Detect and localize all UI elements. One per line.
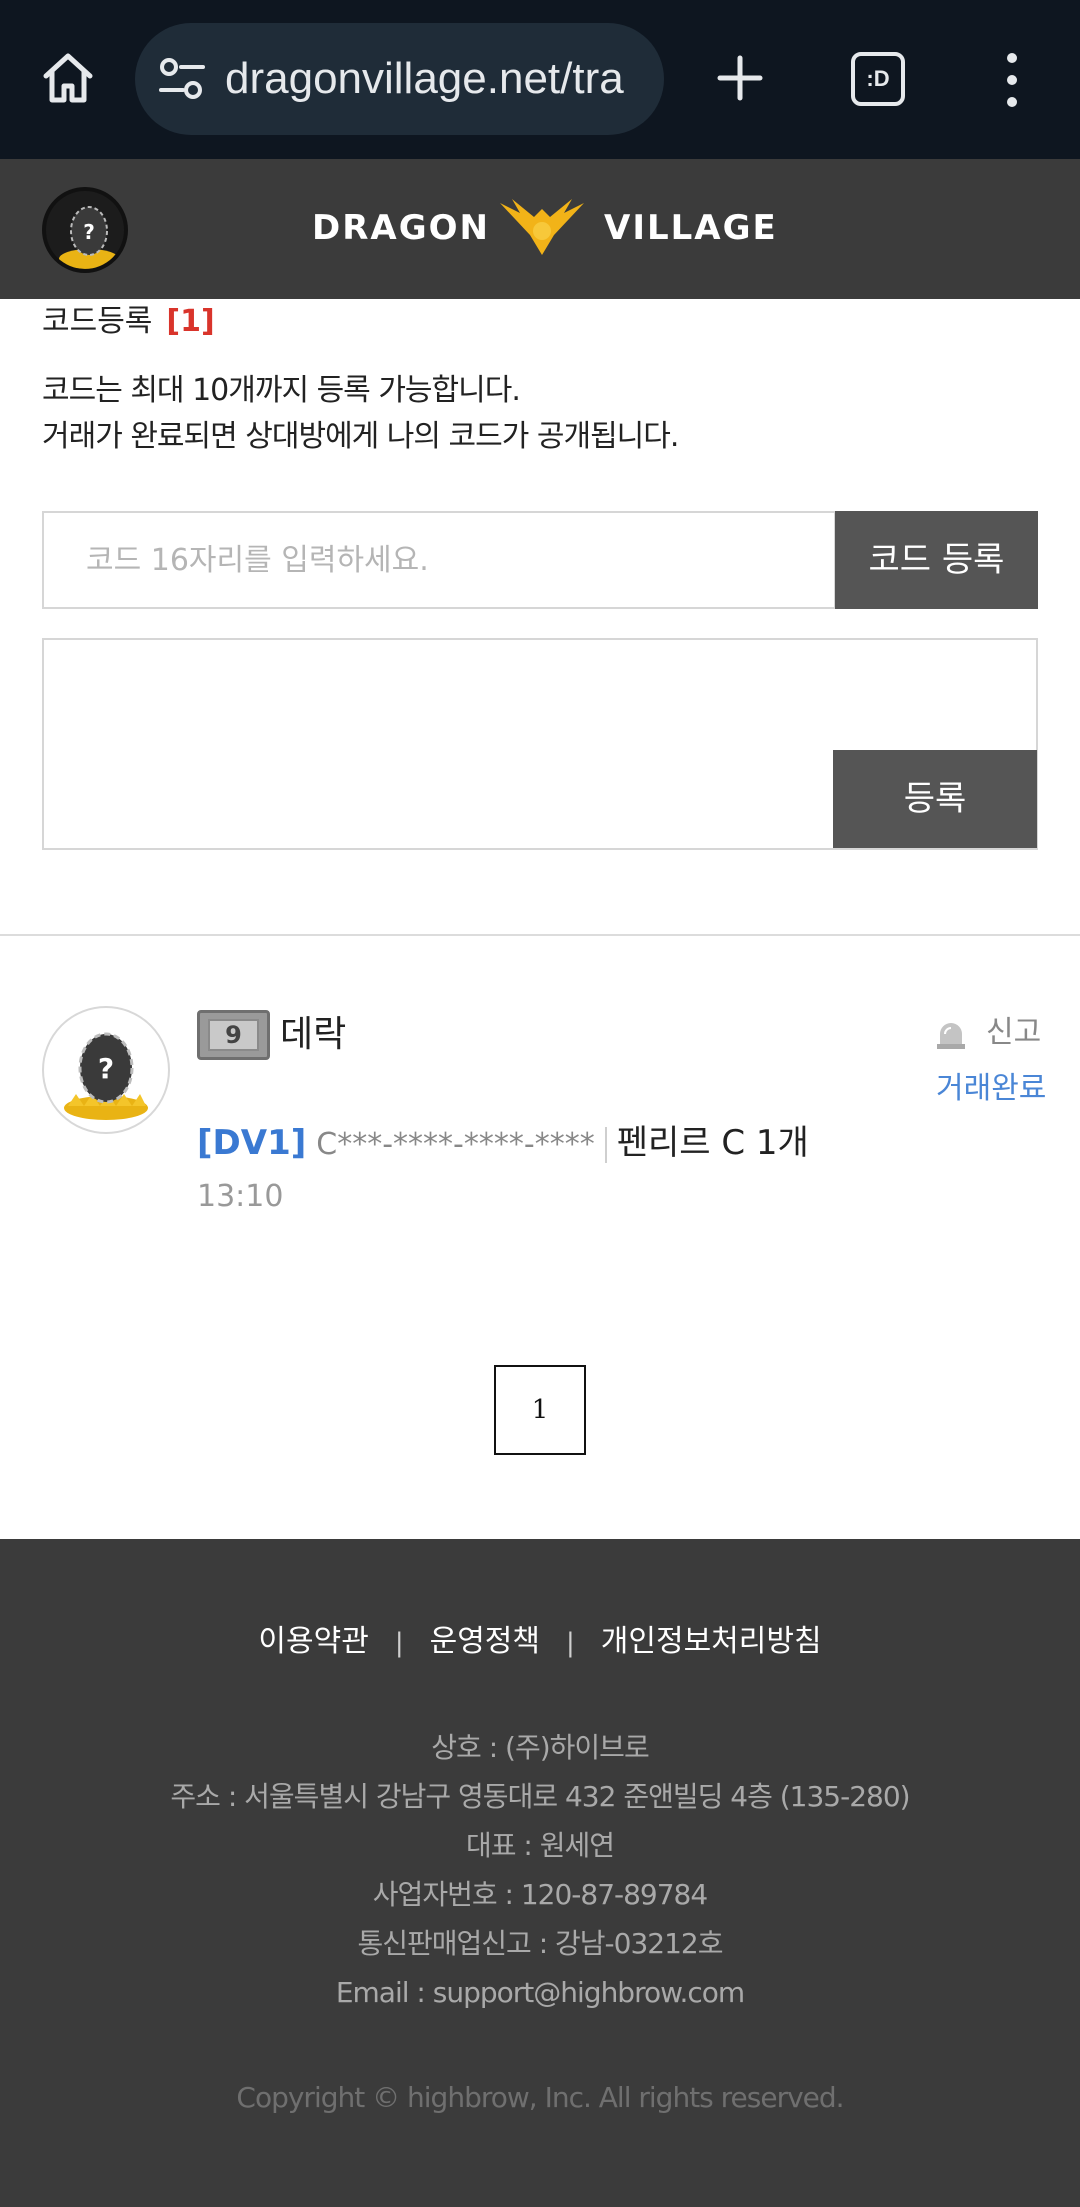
business-number: 사업자번호 : 120-87-89784: [372, 1878, 708, 1911]
new-tab-icon[interactable]: [708, 46, 772, 110]
company-name: 상호 : (주)하이브로: [431, 1731, 649, 1764]
egg-icon: ?: [64, 1032, 148, 1120]
company-info: 상호 : (주)하이브로 주소 : 서울특별시 강남구 영동대로 432 준앤빌…: [0, 1723, 1080, 2017]
register-button[interactable]: 등록: [833, 750, 1037, 848]
dragon-village-logo[interactable]: DRAGON VILLAGE: [312, 195, 776, 265]
copyright: Copyright © highbrow, Inc. All rights re…: [236, 2081, 844, 2114]
footer-links: 이용약관 | 운영정책 | 개인정보처리방침: [0, 1621, 1080, 1664]
description-line-2: 거래가 완료되면 상대방에게 나의 코드가 공개됩니다.: [42, 419, 679, 454]
code-register-description: 코드는 최대 10개까지 등록 가능합니다. 거래가 완료되면 상대방에게 나의…: [42, 368, 679, 460]
pagination-page-1[interactable]: 1: [494, 1365, 586, 1455]
profile-avatar[interactable]: ?: [42, 187, 128, 273]
footer-divider: |: [394, 1628, 404, 1658]
terms-link[interactable]: 이용약관: [258, 1624, 368, 1659]
footer: 이용약관 | 운영정책 | 개인정보처리방침 상호 : (주)하이브로 주소 : 서울특…: [0, 1539, 1080, 2207]
svg-text:?: ?: [83, 220, 95, 244]
url-text[interactable]: dragonvillage.net/tra: [225, 51, 655, 107]
site-header: ? DRAGON VILLAGE: [0, 159, 1080, 299]
company-ceo: 대표 : 원세연: [465, 1829, 615, 1862]
home-icon[interactable]: [36, 46, 100, 110]
privacy-link[interactable]: 개인정보처리방침: [601, 1624, 822, 1659]
policy-link[interactable]: 운영정책: [430, 1624, 540, 1659]
logo-text-left: DRAGON: [312, 208, 490, 248]
site-settings-icon[interactable]: [157, 56, 207, 102]
separator: [604, 1126, 607, 1163]
company-address: 주소 : 서울특별시 강남구 영동대로 432 준앤빌딩 4층 (135-280…: [170, 1780, 910, 1813]
trade-status-link[interactable]: 거래완료: [936, 1068, 1046, 1110]
trader-username[interactable]: 데락: [280, 1010, 346, 1060]
masked-code: C***-****-****-****: [316, 1127, 595, 1162]
svg-text:?: ?: [98, 1052, 114, 1085]
code-count: [1]: [166, 304, 215, 339]
company-email: Email : support@highbrow.com: [335, 1976, 745, 2009]
section-divider: [0, 934, 1080, 936]
description-line-1: 코드는 최대 10개까지 등록 가능합니다.: [42, 373, 521, 408]
mail-order-number: 통신판매업신고 : 강남-03212호: [357, 1927, 723, 1960]
game-tag: [DV1]: [197, 1123, 307, 1163]
trader-avatar[interactable]: ?: [42, 1006, 170, 1134]
code-input[interactable]: [44, 513, 834, 607]
tab-switcher-button[interactable]: :D: [851, 52, 905, 106]
trade-time: 13:10: [197, 1179, 284, 1214]
siren-icon[interactable]: [934, 1016, 968, 1050]
code-register-title: 코드등록 [1]: [42, 296, 215, 340]
footer-divider: |: [566, 1628, 575, 1658]
logo-text-right: VILLAGE: [604, 208, 778, 248]
level-value: 9: [208, 1019, 259, 1051]
egg-icon: ?: [59, 206, 119, 269]
report-button[interactable]: 신고: [986, 1012, 1041, 1054]
section-title-text: 코드등록: [42, 304, 153, 339]
more-menu-icon[interactable]: [990, 50, 1034, 110]
trade-details: [DV1] C***-****-****-**** 펜리르 C 1개: [197, 1118, 809, 1168]
dragon-emblem-icon: [500, 199, 584, 255]
code-input-wrapper: [42, 511, 836, 609]
trade-item: 펜리르 C 1개: [616, 1123, 809, 1163]
code-register-button[interactable]: 코드 등록: [835, 511, 1038, 609]
browser-toolbar: dragonvillage.net/tra :D: [0, 0, 1080, 159]
level-badge: 9: [197, 1010, 270, 1060]
address-bar[interactable]: dragonvillage.net/tra: [135, 23, 664, 135]
